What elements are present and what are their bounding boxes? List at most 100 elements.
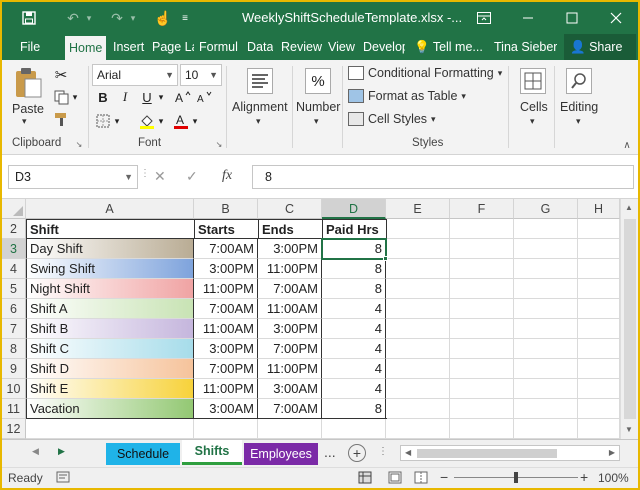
scroll-left-icon[interactable]: ◀ <box>405 448 411 457</box>
empty-cell[interactable] <box>386 399 450 419</box>
empty-cell[interactable] <box>386 319 450 339</box>
font-name-box[interactable]: Arial ▼ <box>92 64 178 86</box>
sheet-tab-employees[interactable]: Employees <box>244 443 318 465</box>
enter-icon[interactable]: ✓ <box>186 168 198 185</box>
start-time-cell[interactable]: 11:00PM <box>194 279 258 299</box>
font-color-icon[interactable]: A <box>172 112 190 130</box>
close-icon[interactable] <box>594 2 638 34</box>
shift-name-cell[interactable]: Night Shift <box>26 279 194 299</box>
more-sheets-button[interactable]: ... <box>324 444 336 460</box>
column-header-a[interactable]: A <box>26 199 194 219</box>
zoom-level[interactable]: 100% <box>598 471 629 485</box>
empty-cell[interactable] <box>450 319 514 339</box>
shift-name-cell[interactable]: Shift A <box>26 299 194 319</box>
column-header-e[interactable]: E <box>386 199 450 219</box>
shift-name-cell[interactable]: Shift D <box>26 359 194 379</box>
scroll-sheets-right-icon[interactable]: ▶ <box>58 446 65 457</box>
empty-cell[interactable] <box>578 359 620 379</box>
empty-cell[interactable] <box>578 259 620 279</box>
empty-cell[interactable] <box>514 299 578 319</box>
empty-cell[interactable] <box>386 359 450 379</box>
share-button[interactable]: 👤 Share <box>564 34 636 60</box>
end-time-cell[interactable]: 7:00AM <box>258 399 322 419</box>
start-time-cell[interactable]: 3:00AM <box>194 399 258 419</box>
header-cell-paid-hrs[interactable]: Paid Hrs <box>322 219 387 239</box>
empty-cell[interactable] <box>514 279 578 299</box>
empty-cell[interactable] <box>450 259 514 279</box>
underline-button[interactable]: U <box>138 88 156 106</box>
row-header[interactable]: 7 <box>2 319 26 339</box>
undo-dropdown-icon[interactable]: ▾ <box>76 2 102 34</box>
empty-cell[interactable] <box>450 339 514 359</box>
editing-dropdown-icon[interactable]: ▾ <box>576 116 581 127</box>
clipboard-launcher-icon[interactable]: ↘ <box>74 139 84 149</box>
empty-cell[interactable] <box>386 379 450 399</box>
empty-cell[interactable] <box>450 399 514 419</box>
row-header[interactable]: 11 <box>2 399 26 419</box>
empty-cell[interactable] <box>578 379 620 399</box>
empty-cell[interactable] <box>450 299 514 319</box>
start-time-cell[interactable]: 3:00PM <box>194 339 258 359</box>
tab-split-handle-icon[interactable]: ⋮ <box>378 446 388 457</box>
cut-icon[interactable]: ✂ <box>52 66 70 84</box>
paid-hours-cell[interactable]: 4 <box>322 299 386 319</box>
more-options-icon[interactable]: ⋮ <box>140 168 150 179</box>
header-cell-starts[interactable]: Starts <box>194 219 259 239</box>
row-header[interactable]: 3 <box>2 239 26 259</box>
page-layout-view-icon[interactable] <box>388 471 402 487</box>
tab-developer[interactable]: Develop <box>363 34 405 60</box>
end-time-cell[interactable]: 11:00PM <box>258 359 322 379</box>
end-time-cell[interactable]: 3:00PM <box>258 239 322 259</box>
empty-cell[interactable] <box>386 299 450 319</box>
alignment-icon[interactable] <box>244 64 276 98</box>
page-break-view-icon[interactable] <box>414 471 428 487</box>
cells-icon[interactable] <box>518 64 548 98</box>
empty-cell[interactable] <box>450 379 514 399</box>
fill-handle[interactable] <box>383 256 388 261</box>
new-sheet-icon[interactable]: + <box>348 444 366 462</box>
empty-cell[interactable] <box>578 219 620 239</box>
empty-cell[interactable] <box>450 239 514 259</box>
formula-input[interactable]: 8 <box>252 165 634 189</box>
cell-styles-button[interactable]: Cell Styles ▾ <box>348 112 436 126</box>
maximize-icon[interactable] <box>550 2 594 34</box>
end-time-cell[interactable]: 7:00AM <box>258 279 322 299</box>
empty-cell[interactable] <box>386 219 450 239</box>
decrease-font-icon[interactable]: A <box>196 88 214 106</box>
select-all-corner[interactable] <box>2 199 26 219</box>
tell-me-search[interactable]: 💡 Tell me... <box>414 34 483 60</box>
start-time-cell[interactable]: 7:00AM <box>194 239 258 259</box>
start-time-cell[interactable]: 3:00PM <box>194 259 258 279</box>
start-time-cell[interactable]: 7:00PM <box>194 359 258 379</box>
header-cell-shift[interactable]: Shift <box>26 219 195 239</box>
number-dropdown-icon[interactable]: ▾ <box>314 116 319 127</box>
column-header-f[interactable]: F <box>450 199 514 219</box>
empty-cell[interactable] <box>450 359 514 379</box>
shift-name-cell[interactable]: Shift E <box>26 379 194 399</box>
end-time-cell[interactable]: 11:00PM <box>258 259 322 279</box>
zoom-in-icon[interactable]: + <box>580 469 588 485</box>
fill-color-dropdown-icon[interactable]: ▾ <box>156 112 166 130</box>
zoom-slider[interactable] <box>454 472 578 483</box>
empty-cell[interactable] <box>578 319 620 339</box>
end-time-cell[interactable]: 11:00AM <box>258 299 322 319</box>
number-button[interactable]: Number <box>296 100 340 114</box>
paid-hours-cell[interactable]: 8 <box>322 399 386 419</box>
empty-cell[interactable] <box>386 279 450 299</box>
bold-button[interactable]: B <box>94 88 112 106</box>
empty-cell[interactable] <box>258 419 322 439</box>
borders-dropdown-icon[interactable]: ▾ <box>112 112 122 130</box>
empty-cell[interactable] <box>578 399 620 419</box>
empty-cell[interactable] <box>578 239 620 259</box>
editing-button[interactable]: Editing <box>560 100 598 114</box>
empty-cell[interactable] <box>514 319 578 339</box>
tab-review[interactable]: Review <box>281 34 322 60</box>
empty-cell[interactable] <box>578 419 620 439</box>
alignment-dropdown-icon[interactable]: ▾ <box>256 116 261 127</box>
scroll-right-icon[interactable]: ▶ <box>609 448 615 457</box>
row-header[interactable]: 4 <box>2 259 26 279</box>
column-header-h[interactable]: H <box>578 199 620 219</box>
paid-hours-cell[interactable]: 4 <box>322 319 386 339</box>
scrollbar-thumb[interactable] <box>624 219 636 419</box>
shift-name-cell[interactable]: Day Shift <box>26 239 194 259</box>
